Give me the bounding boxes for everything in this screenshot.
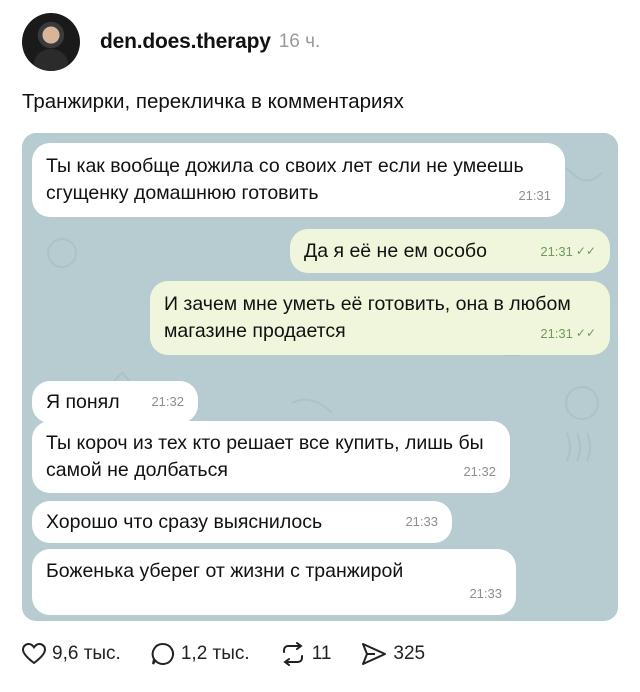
message-time: 21:31 <box>518 188 551 203</box>
read-check-icon: ✓✓ <box>575 244 596 258</box>
post-actions: 9,6 тыс. 1,2 тыс. 11 325 <box>22 642 455 666</box>
share-button[interactable]: 325 <box>361 642 425 666</box>
like-count: 9,6 тыс. <box>52 643 121 664</box>
post-caption: Транжирки, перекличка в комментариях <box>22 90 404 113</box>
comment-icon <box>151 642 174 665</box>
message-time: 21:33 <box>405 514 438 529</box>
repost-icon <box>282 642 303 666</box>
message-text: Я понял <box>46 391 120 413</box>
message-time: 21:31 ✓✓ <box>540 320 596 347</box>
post-time: 16 ч. <box>278 31 321 52</box>
message-text: Ты короч из тех кто решает все купить, л… <box>46 432 484 481</box>
share-count: 325 <box>393 643 426 664</box>
message-time: 21:32 <box>151 394 184 409</box>
message-bubble: Ты как вообще дожила со своих лет если н… <box>32 143 565 217</box>
message-time: 21:31 ✓✓ <box>540 238 596 265</box>
message-bubble: Да я её не ем особо 21:31 ✓✓ <box>290 229 610 273</box>
message-text: Боженька уберег от жизни с транжирой <box>46 560 404 582</box>
message-bubble: Боженька уберег от жизни с транжирой 21:… <box>32 549 516 615</box>
username[interactable]: den.does.therapy <box>100 30 271 54</box>
message-bubble: Ты короч из тех кто решает все купить, л… <box>32 421 510 493</box>
repost-button[interactable]: 11 <box>280 642 332 666</box>
heart-icon <box>22 643 46 665</box>
read-check-icon: ✓✓ <box>575 326 596 340</box>
message-text: Ты как вообще дожила со своих лет если н… <box>46 155 524 204</box>
like-button[interactable]: 9,6 тыс. <box>22 643 121 665</box>
message-text: И зачем мне уметь её готовить, она в люб… <box>164 293 571 342</box>
post-header: den.does.therapy 16 ч. <box>22 10 320 74</box>
message-time: 21:33 <box>469 586 502 601</box>
message-bubble: И зачем мне уметь её готовить, она в люб… <box>150 281 610 355</box>
chat-screenshot: Ты как вообще дожила со своих лет если н… <box>22 133 618 621</box>
message-bubble: Я понял 21:32 <box>32 381 198 423</box>
repost-count: 11 <box>311 643 332 664</box>
send-icon <box>362 643 387 665</box>
avatar[interactable] <box>22 13 80 71</box>
message-time: 21:32 <box>463 464 496 479</box>
message-text: Да я её не ем особо <box>304 240 487 262</box>
comment-button[interactable]: 1,2 тыс. <box>151 642 250 666</box>
message-text: Хорошо что сразу выяснилось <box>46 511 323 533</box>
message-bubble: Хорошо что сразу выяснилось 21:33 <box>32 501 452 543</box>
comment-count: 1,2 тыс. <box>180 643 250 664</box>
